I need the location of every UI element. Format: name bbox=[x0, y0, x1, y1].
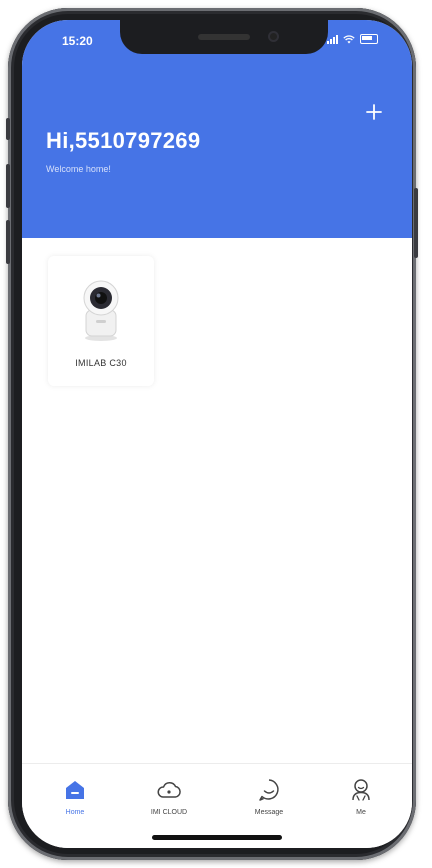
app-screen: 15:20 Hi,5510797269 Welcome home! IMILAB… bbox=[22, 20, 412, 848]
security-camera-icon bbox=[83, 280, 119, 341]
cloud-icon bbox=[157, 781, 181, 798]
tab-home[interactable]: Home bbox=[40, 776, 110, 816]
header: 15:20 Hi,5510797269 Welcome home! bbox=[22, 20, 412, 238]
battery-icon bbox=[360, 34, 378, 44]
power-button bbox=[414, 188, 418, 258]
wifi-icon bbox=[343, 34, 355, 43]
home-indicator[interactable] bbox=[152, 835, 282, 840]
tab-message[interactable]: Message bbox=[234, 776, 304, 816]
mute-switch bbox=[6, 118, 10, 140]
volume-up-button bbox=[6, 164, 10, 208]
volume-down-button bbox=[6, 220, 10, 264]
tab-imi-cloud[interactable]: IMI CLOUD bbox=[134, 776, 204, 816]
front-camera bbox=[268, 31, 279, 42]
status-time: 15:20 bbox=[62, 34, 93, 48]
person-icon bbox=[352, 779, 370, 801]
tab-message-label: Message bbox=[254, 809, 284, 816]
tab-me-label: Me bbox=[356, 809, 366, 816]
bottom-tab-bar: Home IMI CLOUD Message Me bbox=[22, 763, 412, 848]
device-card-imilab-c30[interactable]: IMILAB C30 bbox=[48, 256, 154, 386]
status-icons bbox=[327, 34, 378, 44]
tab-me[interactable]: Me bbox=[326, 776, 396, 816]
plus-icon bbox=[366, 104, 382, 120]
device-name: IMILAB C30 bbox=[75, 358, 127, 368]
cellular-signal-icon bbox=[327, 34, 338, 44]
tab-home-label: Home bbox=[65, 809, 85, 816]
notch bbox=[120, 20, 328, 54]
message-icon bbox=[259, 779, 279, 801]
home-icon bbox=[66, 781, 84, 799]
tab-imi-cloud-label: IMI CLOUD bbox=[150, 809, 188, 816]
add-device-button[interactable] bbox=[366, 98, 382, 124]
greeting-title: Hi,5510797269 bbox=[46, 128, 201, 153]
welcome-subtitle: Welcome home! bbox=[46, 164, 111, 174]
speaker-grille bbox=[198, 34, 250, 40]
